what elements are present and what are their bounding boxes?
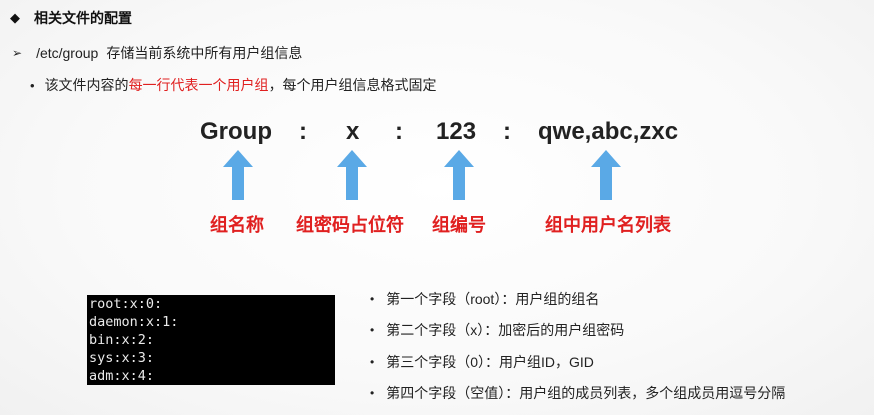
field-separator: : bbox=[299, 118, 307, 145]
terminal-line: adm:x:4: bbox=[89, 368, 155, 384]
field-separator: : bbox=[395, 118, 403, 145]
list-item: • 第二个字段（x）：加密后的用户组密码 bbox=[370, 315, 785, 347]
up-arrow-icon bbox=[444, 150, 474, 200]
up-arrow-icon bbox=[591, 150, 621, 200]
label-group-name: 组名称 bbox=[210, 215, 264, 235]
list-item-text: 第三个字段（0）：用户组ID，GID bbox=[386, 353, 594, 370]
desc-prefix: 该文件内容的 bbox=[44, 77, 129, 93]
file-path-line: ➢ /etc/group 存储当前系统中所有用户组信息 bbox=[12, 43, 302, 63]
list-item-text: 第四个字段（空值）：用户组的成员列表，多个组成员用逗号分隔 bbox=[386, 385, 786, 402]
section-title: 相关文件的配置 bbox=[34, 10, 132, 26]
terminal-output: root:x:0: daemon:x:1: bin:x:2: sys:x:3: … bbox=[87, 295, 335, 385]
file-path: /etc/group bbox=[36, 45, 99, 61]
dot-bullet-icon: • bbox=[370, 354, 375, 369]
field-gid: 123 bbox=[436, 118, 477, 145]
list-item-text: 第一个字段（root）：用户组的组名 bbox=[386, 290, 600, 307]
field-group-name: Group bbox=[200, 118, 272, 145]
arrow-bullet-icon: ➢ bbox=[12, 46, 23, 60]
format-description: • 该文件内容的 每一行代表一个用户组 ，每个用户组信息格式固定 bbox=[30, 75, 437, 95]
field-explanations: • 第一个字段（root）：用户组的组名 • 第二个字段（x）：加密后的用户组密… bbox=[370, 283, 785, 409]
terminal-line: root:x:0: bbox=[89, 296, 163, 312]
field-password: x bbox=[346, 118, 360, 145]
dot-bullet-icon: • bbox=[30, 77, 35, 93]
diamond-bullet-icon: ◆ bbox=[10, 10, 20, 25]
terminal-line: sys:x:3: bbox=[89, 350, 155, 366]
up-arrow-icon bbox=[223, 150, 253, 200]
list-item: • 第三个字段（0）：用户组ID，GID bbox=[370, 346, 785, 378]
desc-highlight: 每一行代表一个用户组 bbox=[128, 77, 269, 93]
label-password-placeholder: 组密码占位符 bbox=[296, 215, 404, 235]
section-heading: ◆ 相关文件的配置 bbox=[10, 8, 132, 28]
terminal-line: bin:x:2: bbox=[89, 332, 155, 348]
dot-bullet-icon: • bbox=[370, 291, 375, 306]
dot-bullet-icon: • bbox=[370, 323, 375, 338]
file-path-description: 存储当前系统中所有用户组信息 bbox=[106, 45, 303, 61]
field-user-list: qwe,abc,zxc bbox=[538, 118, 679, 145]
up-arrow-icon bbox=[337, 150, 367, 200]
list-item: • 第四个字段（空值）：用户组的成员列表，多个组成员用逗号分隔 bbox=[370, 378, 785, 410]
terminal-line: daemon:x:1: bbox=[89, 314, 179, 330]
dot-bullet-icon: • bbox=[370, 386, 375, 401]
desc-suffix: ，每个用户组信息格式固定 bbox=[268, 77, 437, 93]
label-gid: 组编号 bbox=[432, 215, 486, 235]
list-item-text: 第二个字段（x）：加密后的用户组密码 bbox=[386, 322, 625, 339]
field-separator: : bbox=[503, 118, 511, 145]
label-user-list: 组中用户名列表 bbox=[545, 215, 671, 235]
list-item: • 第一个字段（root）：用户组的组名 bbox=[370, 283, 785, 315]
